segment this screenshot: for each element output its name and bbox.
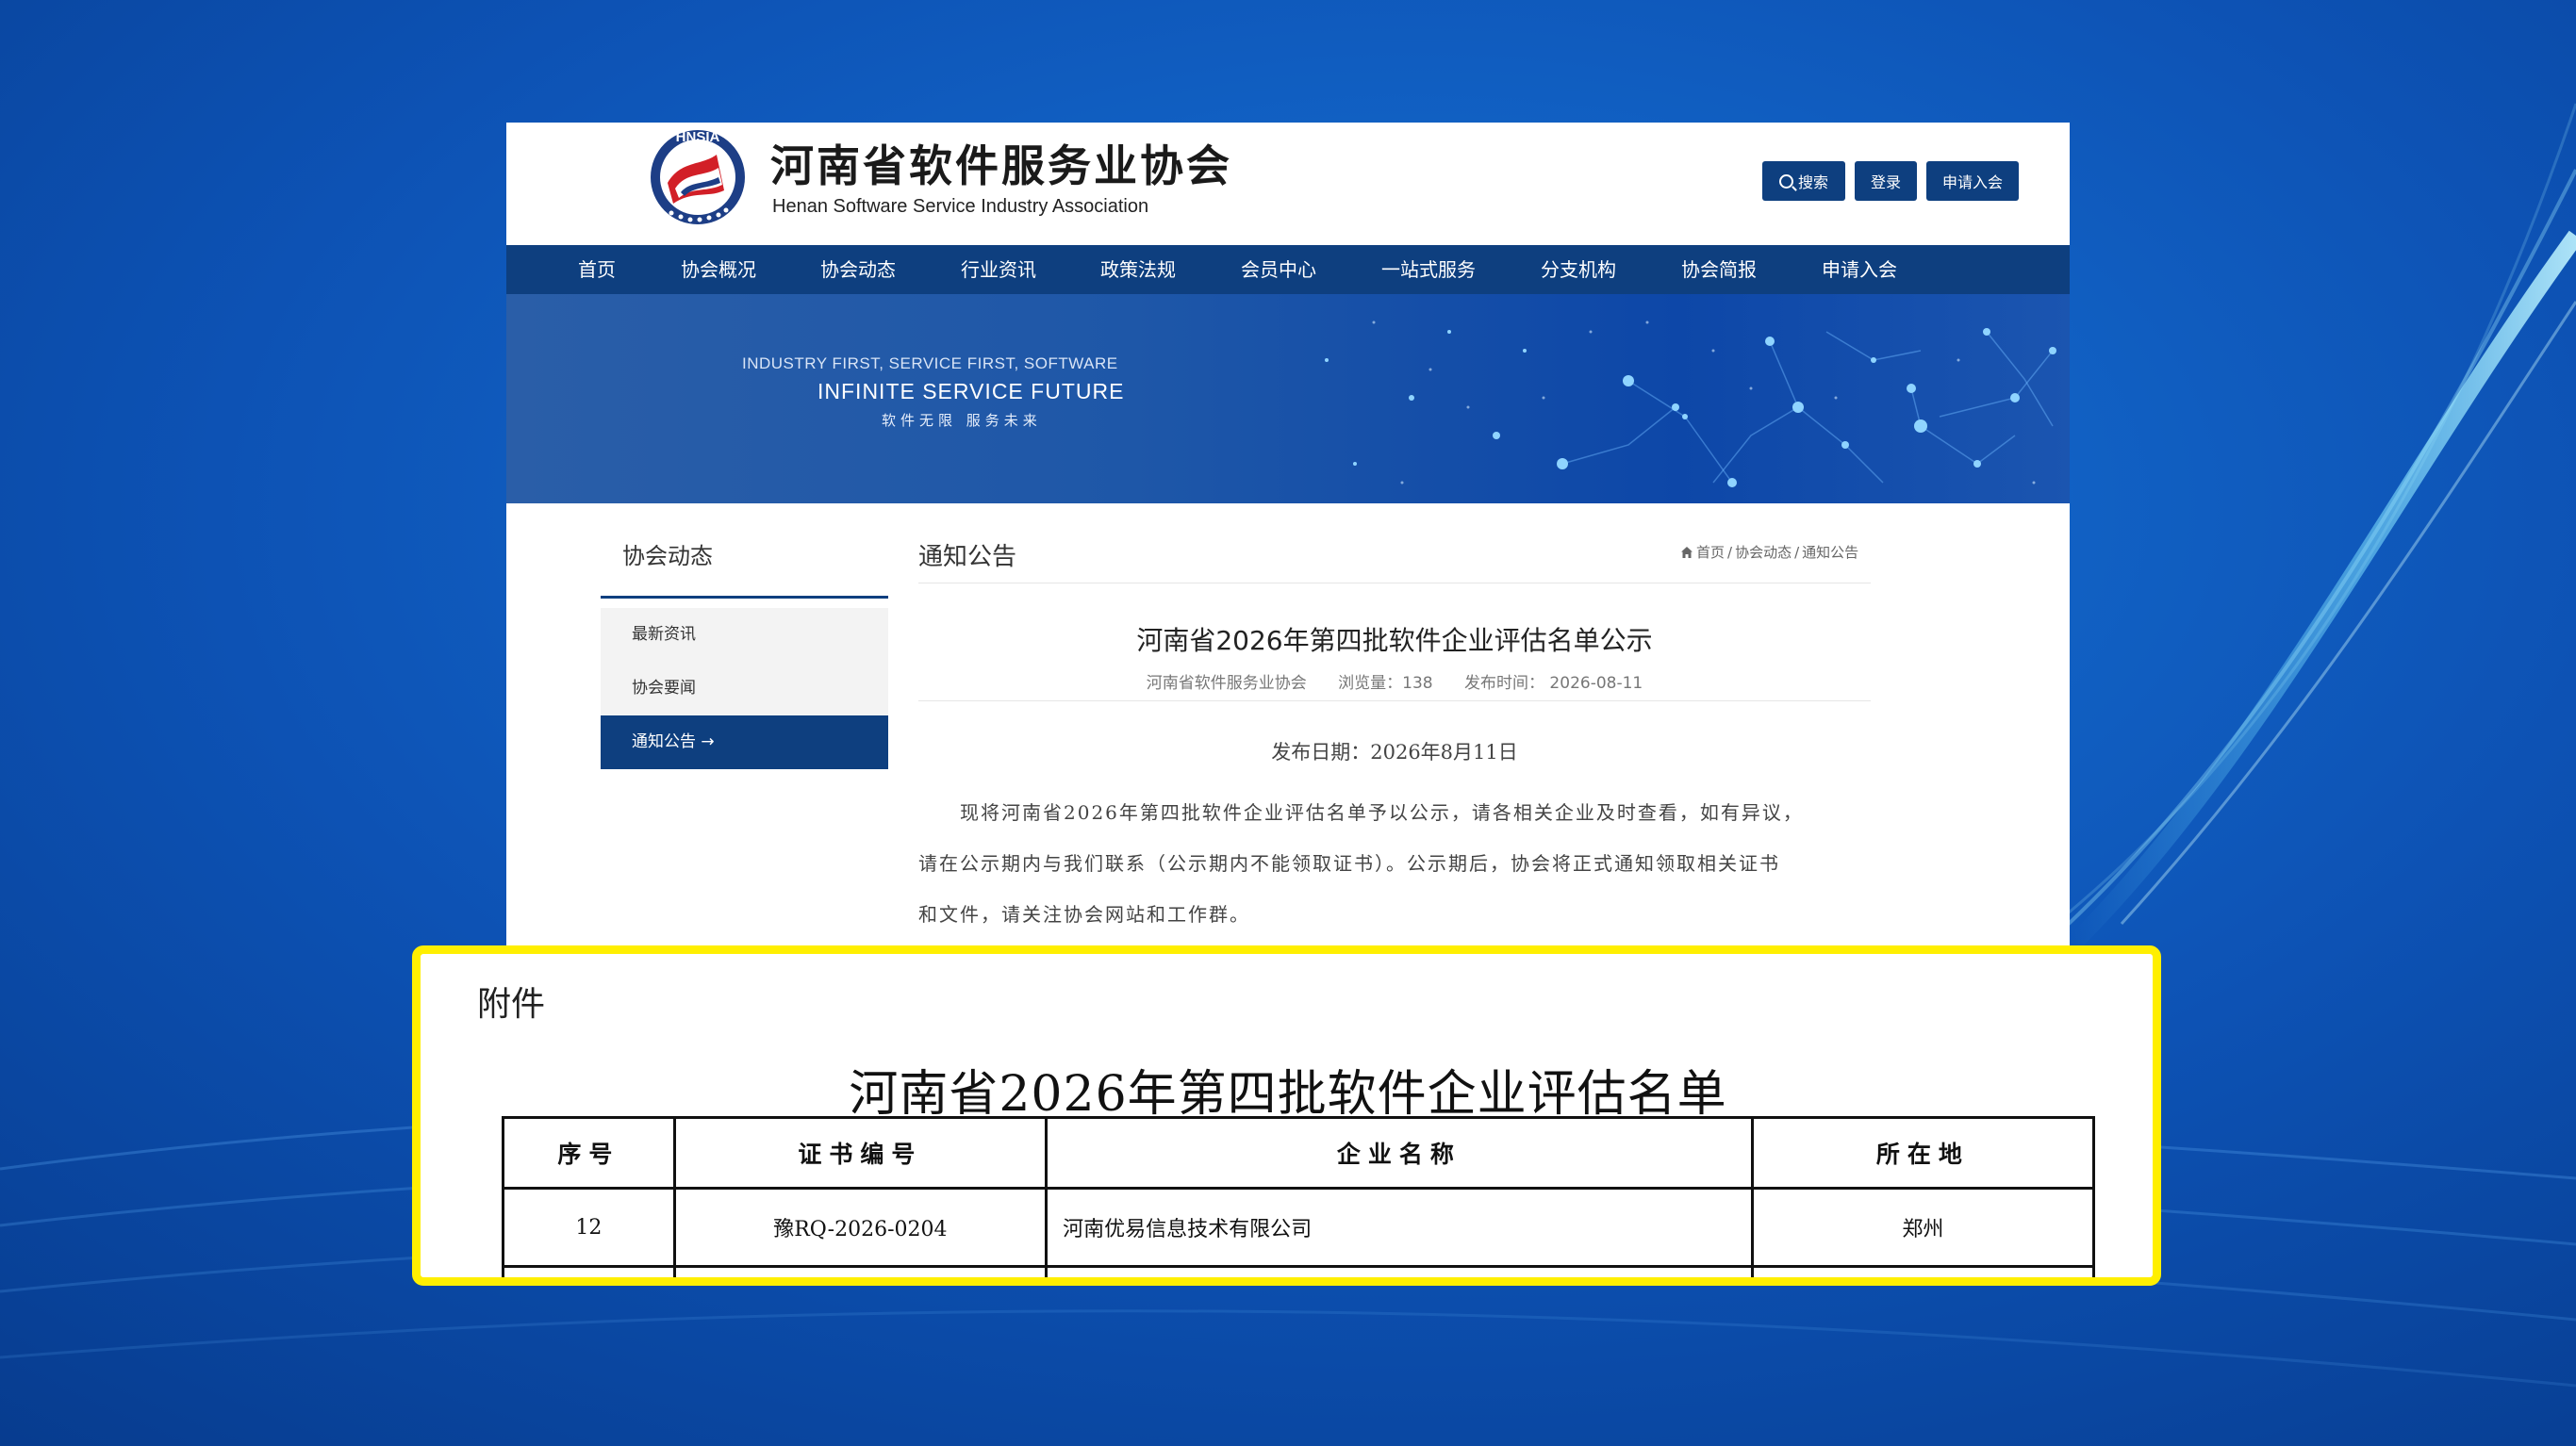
attachment-label: 附件 xyxy=(477,985,546,1024)
table-row: 12 豫RQ-2026-0204 河南优易信息技术有限公司 郑州 xyxy=(502,1187,2096,1268)
cell-location: 郑州 xyxy=(1750,1187,2096,1268)
nav-item-members[interactable]: 会员中心 xyxy=(1241,245,1316,294)
hero-banner: INDUSTRY FIRST, SERVICE FIRST, SOFTWARE … xyxy=(506,294,2070,503)
nav-item-news[interactable]: 协会动态 xyxy=(820,245,896,294)
nav-item-overview[interactable]: 协会概况 xyxy=(681,245,756,294)
article-title: 河南省2026年第四批软件企业评估名单公示 xyxy=(1136,625,1653,656)
article-paragraph-line: 现将河南省2026年第四批软件企业评估名单予以公示，请各相关企业及时查看，如有异… xyxy=(918,801,1804,824)
article-body: 现将河南省2026年第四批软件企业评估名单予以公示，请各相关企业及时查看，如有异… xyxy=(918,787,1871,940)
article-publish-date: 发布日期：2026年8月11日 xyxy=(1271,741,1518,764)
nav-item-home[interactable]: 首页 xyxy=(578,245,616,294)
sidebar-item-latest-news[interactable]: 最新资讯 xyxy=(601,608,888,662)
main-navigation: 首页 协会概况 协会动态 行业资讯 政策法规 会员中心 一站式服务 分支机构 协… xyxy=(506,245,2070,294)
breadcrumb-home[interactable]: 首页 xyxy=(1696,542,1725,562)
site-name: 河南省软件服务业协会 xyxy=(770,140,1232,191)
article-paragraph-line: 请在公示期内与我们联系（公示期内不能领取证书）。公示期后，协会将正式通知领取相关… xyxy=(918,852,1780,875)
attachment-highlight: 附件 河南省2026年第四批软件企业评估名单 序号 证书编号 企业名称 所在地 … xyxy=(412,945,2161,1286)
section-title: 通知公告 xyxy=(918,543,1017,571)
article-paragraph-line: 和文件，请关注协会网站和工作群。 xyxy=(918,903,1250,926)
article-author: 河南省软件服务业协会 xyxy=(1146,674,1307,693)
banner-slogan-line2: INFINITE SERVICE FUTURE xyxy=(817,379,1125,403)
nav-item-apply[interactable]: 申请入会 xyxy=(1822,245,1897,294)
nav-item-branches[interactable]: 分支机构 xyxy=(1541,245,1616,294)
cell-number: 12 xyxy=(502,1187,676,1268)
evaluation-list-table: 序号 证书编号 企业名称 所在地 12 豫RQ-2026-0204 河南优易信息… xyxy=(502,1116,2096,1277)
search-icon xyxy=(1778,173,1793,189)
search-button[interactable]: 搜索 xyxy=(1762,161,1845,201)
sidebar-title: 协会动态 xyxy=(622,543,713,569)
nav-item-briefing[interactable]: 协会简报 xyxy=(1681,245,1757,294)
nav-item-one-stop[interactable]: 一站式服务 xyxy=(1381,245,1476,294)
sidebar-menu: 最新资讯 协会要闻 通知公告 → xyxy=(601,608,888,769)
article-views: 浏览量：138 xyxy=(1338,674,1433,693)
column-header-number: 序号 xyxy=(502,1116,676,1190)
banner-network-graphic xyxy=(1325,320,2056,487)
site-header: HNSIA 河南省软件服务业协会 Henan Software Service … xyxy=(506,123,2070,245)
breadcrumb: 首页 / 协会动态 / 通知公告 xyxy=(1680,542,1858,562)
banner-slogan-line3: 软件无限 服务未来 xyxy=(882,412,1042,429)
search-button-label: 搜索 xyxy=(1797,175,1828,191)
article-meta: 河南省软件服务业协会 浏览量：138 发布时间： 2026-08-11 xyxy=(918,669,1871,693)
sidebar-item-notices[interactable]: 通知公告 → xyxy=(601,715,888,769)
apply-membership-button[interactable]: 申请入会 xyxy=(1926,161,2019,201)
sidebar-item-label: 通知公告 xyxy=(632,732,696,751)
sidebar-item-association-news[interactable]: 协会要闻 xyxy=(601,662,888,715)
column-header-company: 企业名称 xyxy=(1045,1116,1754,1190)
home-icon xyxy=(1681,546,1693,558)
column-header-location: 所在地 xyxy=(1750,1116,2096,1190)
nav-item-industry[interactable]: 行业资讯 xyxy=(961,245,1036,294)
association-logo[interactable]: HNSIA xyxy=(643,123,752,226)
breadcrumb-level1[interactable]: 协会动态 xyxy=(1735,542,1792,562)
article-publish-time: 发布时间： 2026-08-11 xyxy=(1464,674,1643,693)
banner-slogan-line1: INDUSTRY FIRST, SERVICE FIRST, SOFTWARE xyxy=(742,354,1118,372)
cell-certificate: 豫RQ-2026-0204 xyxy=(672,1187,1049,1268)
logo-text: HNSIA xyxy=(676,129,720,145)
login-button[interactable]: 登录 xyxy=(1855,161,1917,201)
sidebar-divider xyxy=(601,596,888,599)
site-name-english: Henan Software Service Industry Associat… xyxy=(772,196,1149,217)
breadcrumb-level2[interactable]: 通知公告 xyxy=(1802,542,1858,562)
table-row-partial xyxy=(502,1265,2096,1277)
arrow-right-icon: → xyxy=(701,732,715,751)
nav-item-policy[interactable]: 政策法规 xyxy=(1100,245,1176,294)
column-header-certificate: 证书编号 xyxy=(672,1116,1049,1190)
table-header-row: 序号 证书编号 企业名称 所在地 xyxy=(502,1116,2096,1190)
website-page: HNSIA 河南省软件服务业协会 Henan Software Service … xyxy=(506,123,2070,952)
attachment-document-title: 河南省2026年第四批软件企业评估名单 xyxy=(849,1066,1727,1123)
breadcrumb-separator: / xyxy=(1794,543,1800,561)
article-divider xyxy=(918,700,1871,701)
cell-company: 河南优易信息技术有限公司 xyxy=(1045,1187,1754,1268)
breadcrumb-separator: / xyxy=(1727,543,1733,561)
